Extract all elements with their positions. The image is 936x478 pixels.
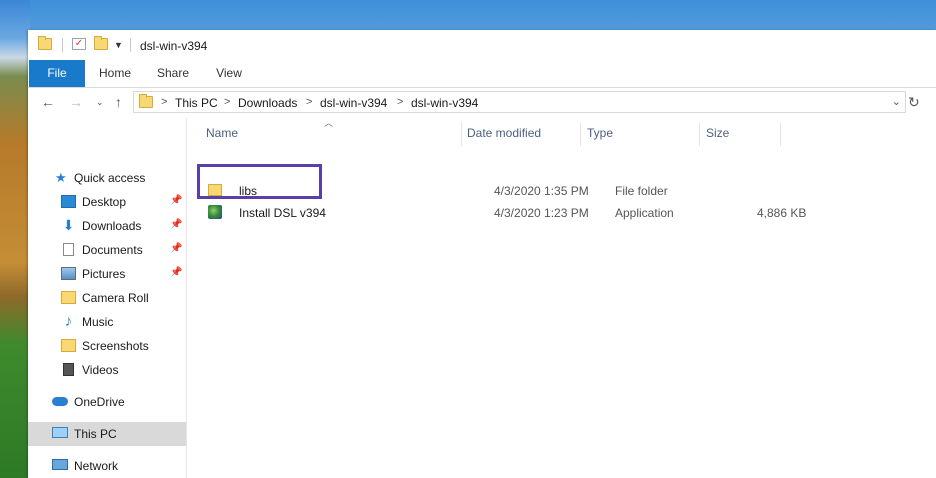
- folder-icon: [139, 94, 153, 108]
- column-divider[interactable]: [780, 122, 781, 146]
- tab-file[interactable]: File: [29, 60, 85, 87]
- refresh-icon[interactable]: ↻: [908, 94, 920, 111]
- breadcrumb-separator: >: [306, 96, 313, 108]
- ribbon-tabs: File Home Share View: [28, 60, 936, 88]
- divider: [130, 38, 131, 52]
- file-type: File folder: [615, 184, 668, 198]
- sort-ascending-icon: ︿: [324, 118, 334, 128]
- column-header-type[interactable]: Type: [587, 126, 613, 150]
- sidebar-item-label: Documents: [82, 243, 143, 257]
- pin-icon: 📌: [170, 243, 183, 254]
- sidebar-item-label: Camera Roll: [82, 291, 149, 305]
- sidebar-item-label: Desktop: [82, 195, 127, 209]
- pin-icon: 📌: [170, 219, 183, 230]
- file-name: Install DSL v394: [239, 206, 326, 220]
- properties-icon[interactable]: ✓: [72, 38, 86, 50]
- window-title: dsl-win-v394: [140, 39, 208, 53]
- column-header-size[interactable]: Size: [706, 126, 729, 150]
- breadcrumb-dsl-win-v394[interactable]: dsl-win-v394: [320, 96, 387, 110]
- sidebar-item-network[interactable]: Network: [28, 454, 186, 478]
- sidebar-item-downloads[interactable]: ⬇ Downloads 📌: [28, 214, 186, 238]
- title-bar: ✓ ▼ dsl-win-v394: [28, 30, 936, 60]
- sidebar-item-documents[interactable]: Documents 📌: [28, 238, 186, 262]
- sidebar-item-label: Pictures: [82, 267, 126, 281]
- forward-arrow-icon[interactable]: →: [69, 94, 83, 110]
- sidebar-item-pictures[interactable]: Pictures 📌: [28, 262, 186, 286]
- desktop-icon: [61, 195, 76, 208]
- sidebar-item-label: Videos: [82, 363, 119, 377]
- nav-label: Quick access: [74, 171, 146, 185]
- desktop-wallpaper: [0, 0, 30, 478]
- file-row-install-dsl[interactable]: Install DSL v394 4/3/2020 1:23 PM Applic…: [202, 202, 806, 224]
- sidebar-item-label: Downloads: [82, 219, 142, 233]
- sidebar-item-label: Music: [82, 315, 114, 329]
- pin-icon: 📌: [170, 267, 183, 278]
- column-header-date-modified[interactable]: Date modified: [467, 126, 541, 150]
- back-arrow-icon[interactable]: ←: [41, 94, 55, 110]
- sidebar-item-label: Screenshots: [82, 339, 149, 353]
- file-explorer-window: ✓ ▼ dsl-win-v394 File Home Share View ← …: [28, 30, 936, 478]
- folder-icon: [38, 36, 52, 50]
- tab-share[interactable]: Share: [152, 60, 194, 87]
- file-size: 4,886 KB: [757, 206, 807, 220]
- navigation-pane: Quick access ★ Desktop 📌 ⬇ Downloads 📌 D…: [28, 118, 186, 478]
- file-type: Application: [615, 206, 674, 220]
- music-icon: ♪: [64, 313, 73, 330]
- breadcrumb-downloads[interactable]: Downloads: [238, 96, 297, 110]
- sidebar-item-desktop[interactable]: Desktop 📌: [28, 190, 186, 214]
- pictures-icon: [61, 267, 76, 280]
- highlight-annotation-box: [197, 164, 322, 199]
- file-date: 4/3/2020 1:35 PM: [494, 184, 589, 198]
- download-icon: ⬇: [62, 217, 75, 233]
- up-arrow-icon[interactable]: ↑: [115, 94, 122, 110]
- address-row: ← → ⌄ ↑ > This PC > Downloads > dsl-win-…: [28, 88, 936, 118]
- column-header-name[interactable]: Name: [206, 126, 238, 150]
- address-bar[interactable]: > This PC > Downloads > dsl-win-v394 > d…: [133, 91, 906, 113]
- column-divider[interactable]: [699, 122, 700, 146]
- sidebar-item-label: This PC: [74, 427, 117, 441]
- tab-home[interactable]: Home: [94, 60, 136, 87]
- sidebar-item-music[interactable]: ♪ Music: [28, 310, 186, 334]
- document-icon: [63, 243, 74, 256]
- breadcrumb-separator: >: [161, 96, 168, 108]
- sidebar-item-label: OneDrive: [74, 395, 125, 409]
- star-icon: ★: [55, 170, 67, 185]
- pin-icon: 📌: [170, 195, 183, 206]
- column-divider[interactable]: [461, 122, 462, 146]
- computer-icon: [52, 427, 68, 438]
- column-divider[interactable]: [580, 122, 581, 146]
- customize-toolbar-dropdown-icon[interactable]: ▼: [114, 40, 123, 50]
- nav-quick-access[interactable]: Quick access: [28, 166, 186, 190]
- new-folder-icon[interactable]: [94, 36, 108, 50]
- breadcrumb-dsl-win-v394-current[interactable]: dsl-win-v394: [411, 96, 478, 110]
- address-dropdown-icon[interactable]: ⌄: [892, 95, 901, 108]
- sidebar-item-screenshots[interactable]: Screenshots: [28, 334, 186, 358]
- cloud-icon: [52, 397, 68, 406]
- breadcrumb-separator: >: [397, 96, 404, 108]
- sidebar-item-onedrive[interactable]: OneDrive: [28, 390, 186, 414]
- sidebar-item-label: Network: [74, 459, 119, 473]
- breadcrumb-separator: >: [224, 96, 231, 108]
- breadcrumb-this-pc[interactable]: This PC: [175, 96, 218, 110]
- recent-locations-chevron-icon[interactable]: ⌄: [96, 97, 104, 108]
- network-icon: [52, 459, 68, 470]
- videos-icon: [63, 363, 74, 376]
- file-date: 4/3/2020 1:23 PM: [494, 206, 589, 220]
- sidebar-item-videos[interactable]: Videos: [28, 358, 186, 382]
- installer-app-icon: [208, 205, 222, 219]
- folder-icon: [61, 339, 76, 352]
- folder-icon: [61, 291, 76, 304]
- tab-view[interactable]: View: [210, 60, 248, 87]
- divider: [62, 38, 63, 52]
- sidebar-item-this-pc[interactable]: This PC: [28, 422, 186, 446]
- sidebar-item-camera-roll[interactable]: Camera Roll: [28, 286, 186, 310]
